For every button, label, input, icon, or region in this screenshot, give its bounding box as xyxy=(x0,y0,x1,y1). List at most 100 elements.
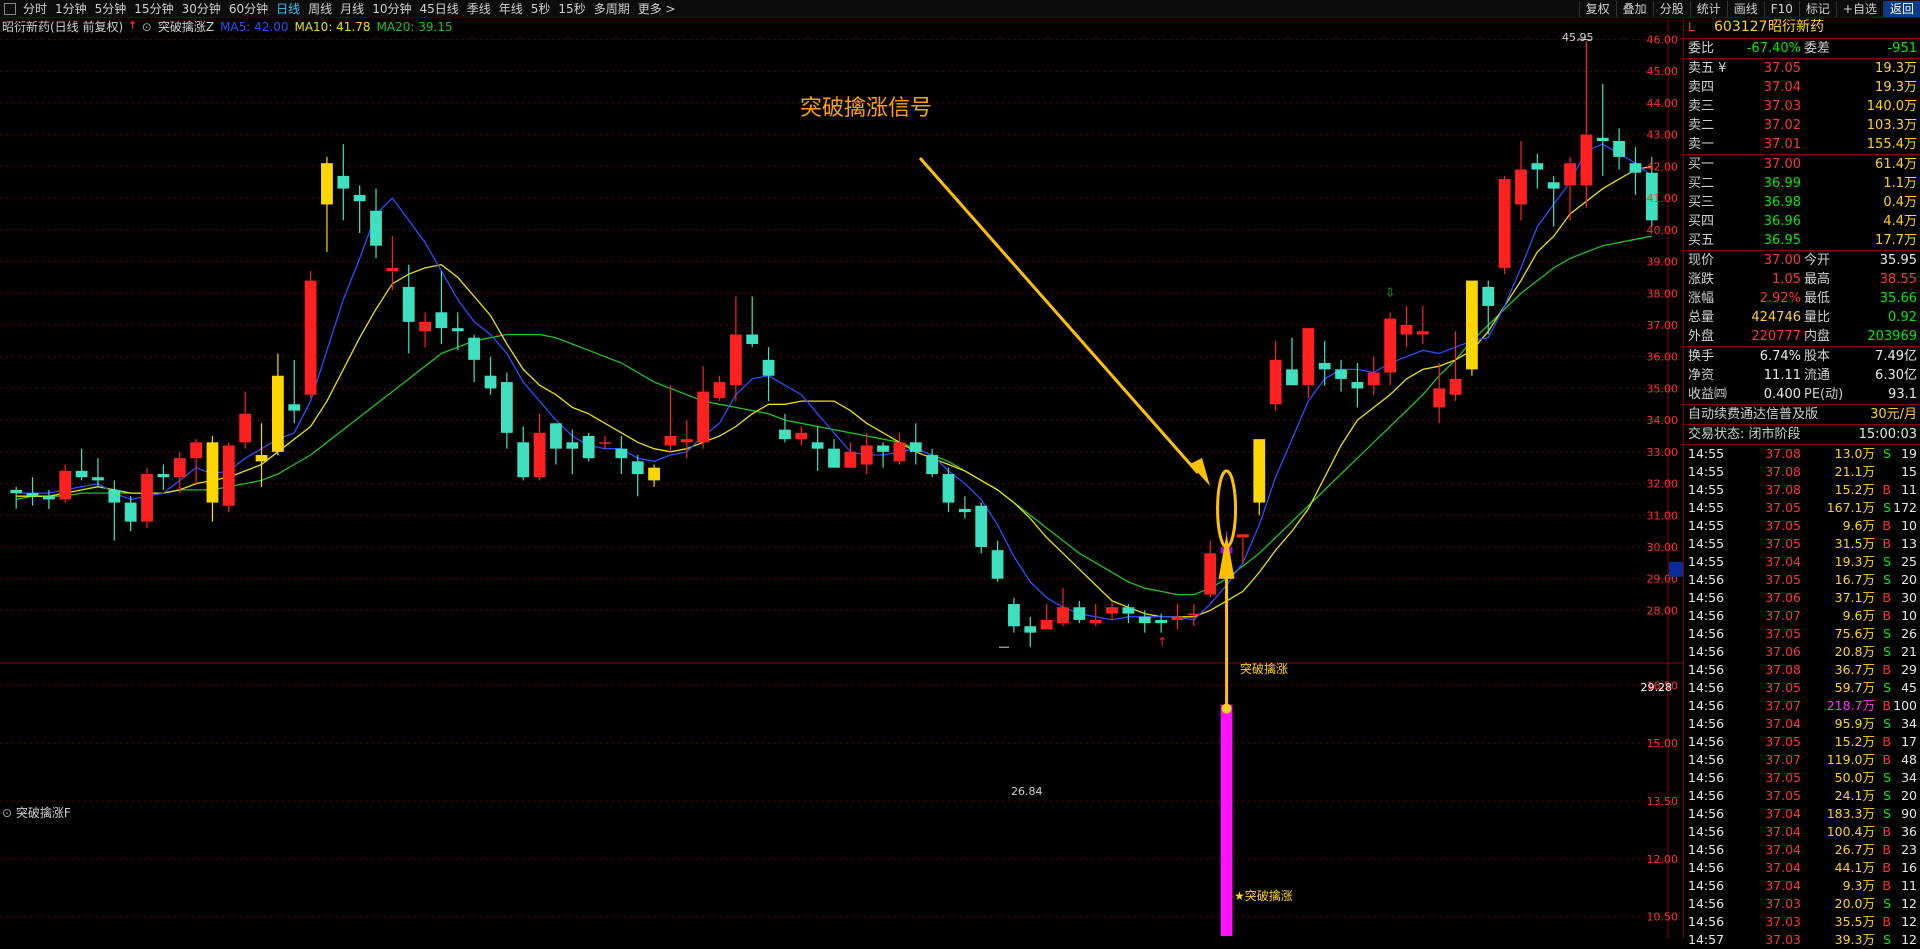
sub-tick-label: 12.00 xyxy=(1647,853,1679,866)
fundamentals: 换手 6.74% 股本 7.49亿 净资 11.11 流通 6.30亿 收益㈣ 0.400 PE(动… xyxy=(1684,346,1920,404)
toolbar-button[interactable]: +自选 xyxy=(1835,0,1883,17)
candle-body xyxy=(1498,179,1511,268)
stat-value: 35.95 xyxy=(1879,253,1917,268)
period-tab[interactable]: 月线 xyxy=(336,1,368,17)
level-price: 37.04 xyxy=(1763,80,1801,95)
period-tab[interactable]: 15分钟 xyxy=(130,1,177,17)
tick-time: 14:56 xyxy=(1688,680,1725,695)
toolbar-right-buttons: 复权 叠加 分股 统计 画线 F10 标记 +自选 返回 xyxy=(1578,0,1920,17)
sub-panel-name: 突破擒涨F xyxy=(15,806,71,820)
ma20-line xyxy=(16,235,1652,596)
stat-value: 37.00 xyxy=(1763,253,1801,268)
tick-price: 37.05 xyxy=(1765,500,1801,515)
kline-chart[interactable]: 46.00 45.00 44.00 43.00 42.00 41.00 40.00 39.00… xyxy=(0,18,1683,939)
buy-level: 买二 36.99 1.1万 xyxy=(1684,174,1920,193)
tick-count: 29 xyxy=(1901,662,1917,677)
price-tick-label: 28.00 xyxy=(1647,604,1679,617)
toolbar-button[interactable]: 复权 xyxy=(1578,0,1616,17)
tick-side: S xyxy=(1883,806,1891,821)
candle-body xyxy=(173,458,186,478)
period-tab[interactable]: 10分钟 xyxy=(368,1,415,17)
toolbar-button[interactable]: F10 xyxy=(1763,0,1799,17)
candle-body xyxy=(402,286,415,322)
candle-body xyxy=(582,435,595,459)
tick-side: B xyxy=(1882,842,1891,857)
tick-time: 14:56 xyxy=(1688,572,1725,587)
window-icon[interactable] xyxy=(4,2,16,15)
tick-price: 37.05 xyxy=(1765,518,1801,533)
price-tick-label: 33.00 xyxy=(1647,446,1679,459)
tick-volume: 15.2万 xyxy=(1834,734,1875,749)
tick-list[interactable]: 14:55 37.08 13.0万 S 19 14:55 37.08 21.1万 15 14:55… xyxy=(1684,444,1920,949)
period-tab[interactable]: 日线 xyxy=(272,1,304,17)
candle-body xyxy=(1073,607,1086,620)
tick-side: B xyxy=(1882,878,1891,893)
period-tab[interactable]: 1分钟 xyxy=(51,1,91,17)
level-volume: 140.0万 xyxy=(1866,99,1917,114)
tick-time: 14:56 xyxy=(1688,842,1725,857)
tick-time: 14:55 xyxy=(1688,536,1725,551)
level-price: 37.01 xyxy=(1763,137,1801,152)
candle-body xyxy=(1187,613,1200,616)
tick-price: 37.04 xyxy=(1765,806,1801,821)
period-tab[interactable]: 60分钟 xyxy=(225,1,272,17)
tick-price: 37.08 xyxy=(1765,464,1801,479)
price-tick-label: 37.00 xyxy=(1647,319,1679,332)
period-tab[interactable]: 年线 xyxy=(495,1,527,17)
candle-body xyxy=(1237,534,1249,538)
level-price: 36.95 xyxy=(1763,233,1801,248)
collapse-icon[interactable]: ⊙ xyxy=(2,806,12,820)
tick-count: 11 xyxy=(1901,482,1917,497)
toolbar-button[interactable]: 返回 xyxy=(1882,0,1920,17)
tick-side: B xyxy=(1882,662,1891,677)
level-price: 36.99 xyxy=(1763,176,1801,191)
level-label: 买五 xyxy=(1688,233,1715,248)
candle-body xyxy=(1253,439,1266,503)
period-tab[interactable]: 季线 xyxy=(463,1,495,17)
toolbar-button[interactable]: 画线 xyxy=(1726,0,1764,17)
tick-row: 14:56 37.05 59.7万 S 45 xyxy=(1684,679,1920,697)
candle-body xyxy=(1057,607,1069,624)
candle-body xyxy=(828,448,840,468)
tick-side: B xyxy=(1882,482,1891,497)
fund-label: 净资 xyxy=(1688,368,1715,383)
candle-body xyxy=(1547,182,1560,189)
tick-volume: 9.3万 xyxy=(1842,878,1875,893)
period-tab[interactable]: 5分钟 xyxy=(91,1,131,17)
tick-row: 14:56 37.07 119.0万 B 48 xyxy=(1684,751,1920,769)
stat-row: 现价 37.00 今开 35.95 xyxy=(1684,251,1920,270)
period-tab[interactable]: 更多 > xyxy=(634,1,680,17)
trade-status: 交易状态: 闭市阶段 xyxy=(1688,427,1801,442)
stat-label: 最低 xyxy=(1804,291,1831,306)
candle-body xyxy=(664,435,677,446)
tick-volume: 21.1万 xyxy=(1834,464,1875,479)
tick-count: 25 xyxy=(1901,554,1917,569)
price-tick-label: 30.00 xyxy=(1647,541,1679,554)
tick-side: S xyxy=(1883,626,1891,641)
level-label: 卖一 xyxy=(1688,137,1715,152)
tick-side: S xyxy=(1883,500,1891,515)
period-tab[interactable]: 多周期 xyxy=(590,1,634,17)
period-tab[interactable]: 45日线 xyxy=(415,1,462,17)
toolbar-button[interactable]: 分股 xyxy=(1652,0,1690,17)
toolbar-button[interactable]: 统计 xyxy=(1689,0,1727,17)
period-tab[interactable]: 周线 xyxy=(304,1,336,17)
promo-row[interactable]: 自动续费通达信普及版 30元/月 xyxy=(1684,404,1920,424)
period-tab[interactable]: 5秒 xyxy=(527,1,555,17)
sell-level: 卖五 ¥ 37.05 19.3万 xyxy=(1684,59,1920,78)
tick-side: S xyxy=(1883,554,1891,569)
toolbar-button[interactable]: 叠加 xyxy=(1615,0,1653,17)
price-tick-label: 46.00 xyxy=(1647,34,1679,47)
promo-text[interactable]: 自动续费通达信普及版 xyxy=(1688,405,1818,424)
candle-body xyxy=(762,359,775,376)
level-label: 卖三 xyxy=(1688,99,1715,114)
level-volume: 19.3万 xyxy=(1875,80,1917,95)
promo-price[interactable]: 30元/月 xyxy=(1870,405,1917,424)
tick-price: 37.07 xyxy=(1765,698,1801,713)
tick-volume: 9.6万 xyxy=(1842,608,1875,623)
tick-time: 14:56 xyxy=(1688,590,1725,605)
period-tab[interactable]: 分时 xyxy=(19,1,51,17)
period-tab[interactable]: 30分钟 xyxy=(178,1,225,17)
period-tab[interactable]: 15秒 xyxy=(554,1,589,17)
toolbar-button[interactable]: 标记 xyxy=(1798,0,1836,17)
